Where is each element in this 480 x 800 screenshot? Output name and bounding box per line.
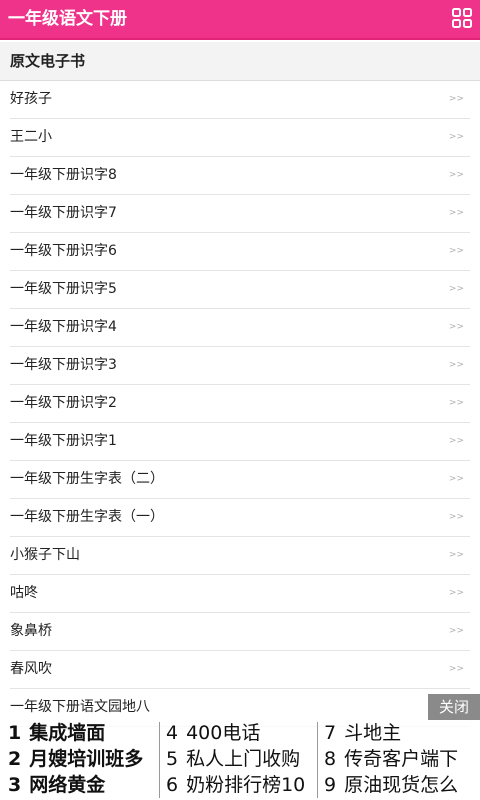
ad-link-text: 集成墙面 [29,722,106,744]
chevron-right-icon: >> [448,284,464,294]
list-item[interactable]: 春风吹 >> [10,651,470,689]
chevron-right-icon: >> [448,550,464,560]
chevron-right-icon: >> [448,398,464,408]
ad-close-button[interactable]: 关闭 [428,694,480,720]
section-title: 原文电子书 [10,52,86,70]
list-item-label: 一年级下册识字7 [10,205,117,221]
chevron-right-icon: >> [448,436,464,446]
chevron-right-icon: >> [448,208,464,218]
list-item-label: 一年级下册识字5 [10,281,117,297]
list-item[interactable]: 一年级下册识字5 >> [10,271,470,309]
app-bar: 一年级语文下册 [0,0,480,38]
list-item-label: 一年级下册识字3 [10,357,117,373]
ad-link-number: 8 [324,748,337,770]
ad-link[interactable]: 6 奶粉排行榜10 [166,772,316,798]
ad-links: 1 集成墙面 2 月嫂培训班多 3 网络黄金 4 400电话 5 私人上门收购 6 奶粉排行… [0,720,480,800]
ad-banner: 关闭 1 集成墙面 2 月嫂培训班多 3 网络黄金 4 400电话 5 私人上门收购 6奶… [0,694,480,800]
ad-link-number: 6 [166,774,179,796]
list-item-label: 小猴子下山 [10,547,80,563]
ad-link-number: 5 [166,748,179,770]
ad-link-text: 奶粉排行榜10 [186,774,306,796]
divider [317,722,318,798]
list-item-label: 春风吹 [10,661,52,677]
chevron-right-icon: >> [448,512,464,522]
list-item[interactable]: 一年级下册识字3 >> [10,347,470,385]
list-item-label: 好孩子 [10,91,52,107]
grid-icon[interactable] [452,8,472,28]
chevron-right-icon: >> [448,664,464,674]
ad-link-text: 原油现货怎么 [344,774,459,796]
list-item[interactable]: 一年级下册识字7 >> [10,195,470,233]
list-item-label: 象鼻桥 [10,623,52,639]
chevron-right-icon: >> [448,474,464,484]
chevron-right-icon: >> [448,246,464,256]
ad-link-text: 月嫂培训班多 [29,748,144,770]
ad-column: 7 斗地主 8 传奇客户端下 9 原油现货怎么 [324,720,474,800]
ad-link[interactable]: 9 原油现货怎么 [324,772,474,798]
list-item[interactable]: 一年级下册识字1 >> [10,423,470,461]
ad-link-number: 7 [324,722,337,744]
ad-link-number: 1 [8,722,22,744]
list-item[interactable]: 一年级下册生字表（一） >> [10,499,470,537]
list-item-label: 一年级下册识字8 [10,167,117,183]
list-item[interactable]: 王二小 >> [10,119,470,157]
chapter-list: 好孩子 >> 王二小 >> 一年级下册识字8 >> 一年级下册识字7 >> 一年级下册识… [0,81,480,727]
chevron-right-icon: >> [448,626,464,636]
list-item-label: 咕咚 [10,585,38,601]
list-item-label: 一年级下册生字表（一） [10,509,164,525]
list-item-label: 一年级下册识字6 [10,243,117,259]
page-title: 一年级语文下册 [8,9,127,29]
list-item[interactable]: 好孩子 >> [10,81,470,119]
list-item-label: 王二小 [10,129,52,145]
chevron-right-icon: >> [448,588,464,598]
ad-link[interactable]: 7 斗地主 [324,720,474,746]
list-item-label: 一年级下册识字2 [10,395,117,411]
ad-link-text: 传奇客户端下 [344,748,459,770]
list-item[interactable]: 小猴子下山 >> [10,537,470,575]
list-item-label: 一年级下册识字1 [10,433,117,449]
ad-link-number: 9 [324,774,337,796]
list-item-label: 一年级下册识字4 [10,319,117,335]
ad-column: 4 400电话 5 私人上门收购 6 奶粉排行榜10 [166,720,316,800]
list-item[interactable]: 一年级下册生字表（二） >> [10,461,470,499]
ad-column: 1 集成墙面 2 月嫂培训班多 3 网络黄金 [8,720,158,800]
ad-link-text: 网络黄金 [29,774,106,796]
list-item[interactable]: 一年级下册识字6 >> [10,233,470,271]
chevron-right-icon: >> [448,94,464,104]
ad-link[interactable]: 4 400电话 [166,720,316,746]
ad-link[interactable]: 5 私人上门收购 [166,746,316,772]
ad-link[interactable]: 1 集成墙面 [8,720,158,746]
list-item-label: 一年级下册生字表（二） [10,471,164,487]
list-item[interactable]: 一年级下册识字8 >> [10,157,470,195]
ad-link-text: 400电话 [186,722,261,744]
ad-link-number: 2 [8,748,22,770]
chevron-right-icon: >> [448,170,464,180]
ad-link-number: 3 [8,774,22,796]
list-item[interactable]: 象鼻桥 >> [10,613,470,651]
divider [159,722,160,798]
chevron-right-icon: >> [448,360,464,370]
ad-link[interactable]: 3 网络黄金 [8,772,158,798]
ad-link-number: 4 [166,722,179,744]
chevron-right-icon: >> [448,322,464,332]
ad-link-text: 私人上门收购 [186,748,301,770]
list-item[interactable]: 一年级下册识字4 >> [10,309,470,347]
chevron-right-icon: >> [448,132,464,142]
section-header: 原文电子书 [0,42,480,81]
ad-link-text: 斗地主 [344,722,402,744]
ad-link[interactable]: 8 传奇客户端下 [324,746,474,772]
list-item[interactable]: 咕咚 >> [10,575,470,613]
list-item[interactable]: 一年级下册识字2 >> [10,385,470,423]
ad-link[interactable]: 2 月嫂培训班多 [8,746,158,772]
